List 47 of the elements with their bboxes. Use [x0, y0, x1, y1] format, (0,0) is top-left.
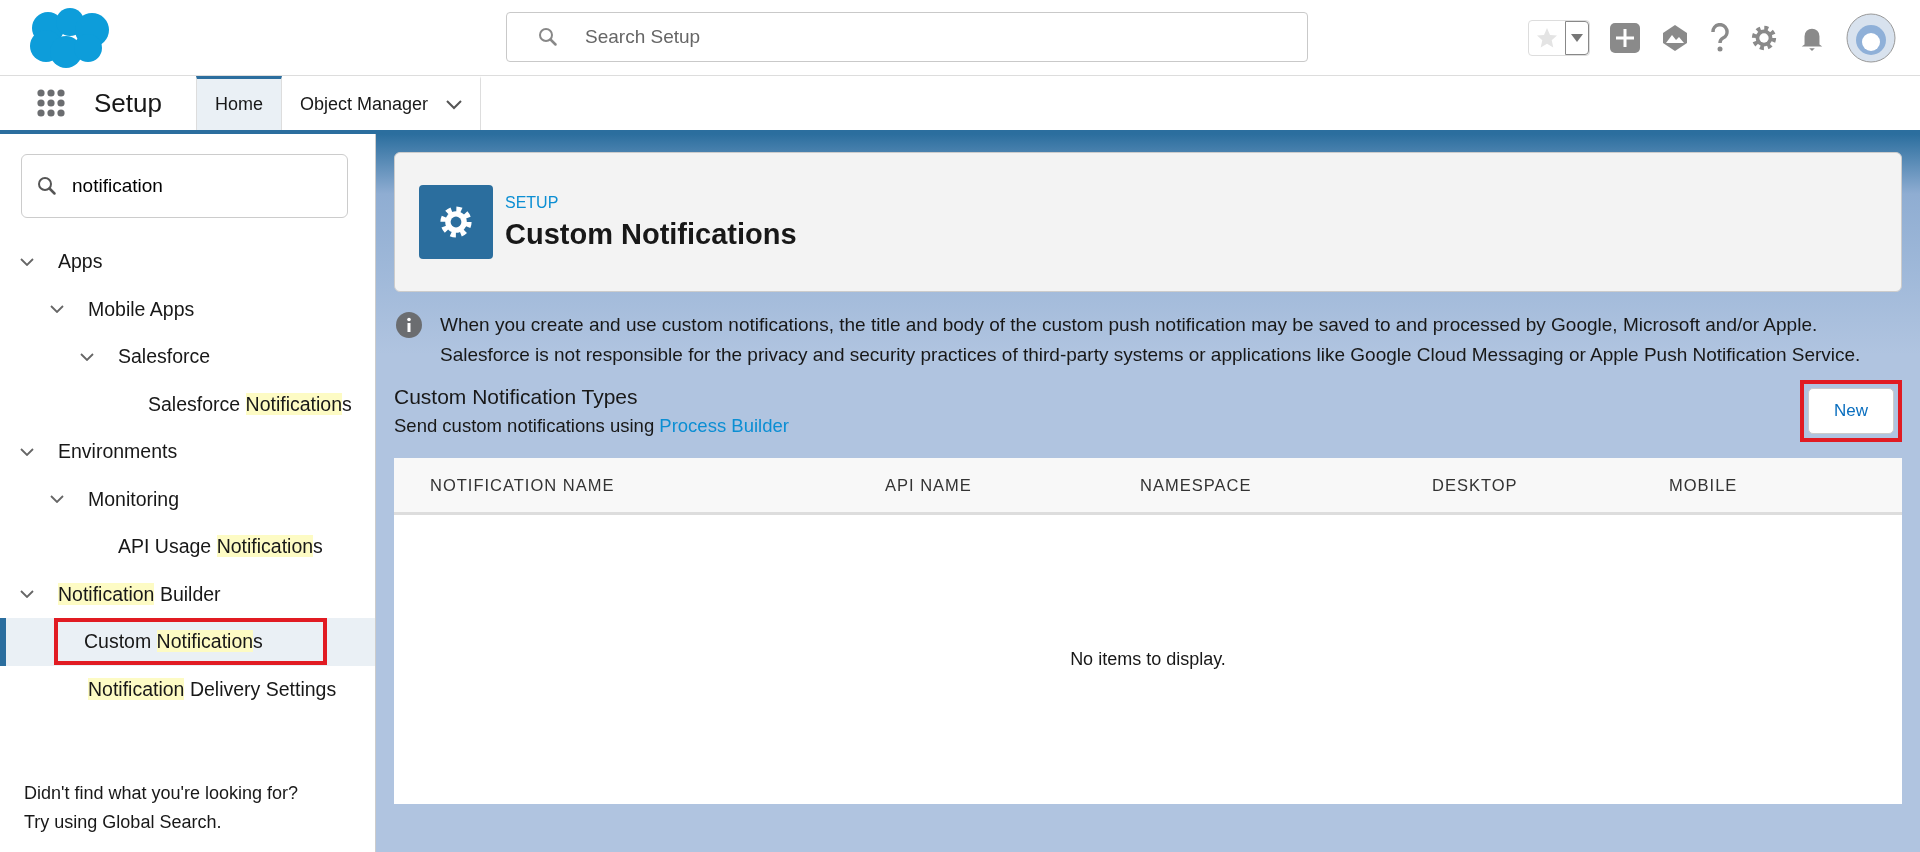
page-title: Custom Notifications — [505, 217, 797, 251]
tree-item[interactable]: Monitoring — [84, 481, 184, 517]
gear-icon — [419, 185, 493, 259]
nav-tab[interactable]: Home — [195, 76, 282, 130]
avatar-icon[interactable] — [1846, 12, 1896, 63]
search-field[interactable]: Search Setup — [506, 12, 1308, 62]
add-icon[interactable] — [1610, 22, 1640, 53]
help-text: Try using Global Search. — [24, 811, 223, 834]
chevron-down-icon[interactable] — [50, 305, 64, 314]
nav-tab[interactable]: Object Manager — [281, 76, 482, 130]
caret-down-icon[interactable] — [1571, 33, 1583, 42]
help-text: Didn't find what you're looking for? — [24, 782, 300, 805]
column-header[interactable]: DESKTOP — [1432, 475, 1669, 495]
tree-item[interactable]: Salesforce Notifications — [144, 386, 356, 422]
new-button[interactable]: New — [1808, 388, 1894, 434]
settings-icon[interactable] — [1750, 23, 1778, 52]
chevron-down-icon[interactable] — [80, 352, 94, 361]
tree-item[interactable]: Notification Builder — [54, 576, 225, 612]
tree-item[interactable]: Salesforce — [114, 339, 215, 375]
empty-message: No items to display. — [1070, 649, 1226, 670]
info-text: Salesforce is not responsible for the privacy and security practices of third-party systems or applications like Google Cloud Messaging or Apple Push Notification Service. — [440, 343, 1861, 367]
favorites-button[interactable] — [1528, 19, 1590, 56]
search-icon — [538, 27, 558, 47]
column-header[interactable]: API NAME — [885, 475, 1140, 495]
column-header[interactable]: MOBILE — [1669, 475, 1902, 495]
info-text: When you create and use custom notifications, the title and body of the custom push notification may be saved to and processed by Google, Microsoft and/or Apple. — [440, 313, 1819, 337]
tree-item[interactable]: Mobile Apps — [84, 291, 199, 327]
column-header[interactable]: NAMESPACE — [1140, 475, 1432, 495]
chevron-down-icon[interactable] — [20, 257, 34, 266]
section-title: Custom Notification Types — [394, 385, 639, 409]
tree-item[interactable]: Apps — [54, 244, 107, 280]
search-icon — [37, 176, 57, 196]
tree-item[interactable]: API Usage Notifications — [114, 529, 327, 565]
chevron-down-icon[interactable] — [446, 99, 463, 110]
app-launcher-icon[interactable] — [36, 88, 66, 118]
help-icon[interactable] — [1710, 22, 1730, 53]
tree-item[interactable]: Environments — [54, 434, 182, 470]
info-icon — [396, 312, 422, 338]
chevron-down-icon[interactable] — [20, 590, 34, 599]
quick-find-field[interactable]: notification — [21, 154, 348, 218]
section-subtitle: Send custom notifications using Process Builder — [394, 415, 789, 437]
column-header[interactable]: NOTIFICATION NAME — [430, 475, 885, 495]
chevron-down-icon[interactable] — [20, 447, 34, 456]
app-name: Setup — [94, 87, 162, 119]
mountain-icon[interactable] — [1660, 22, 1690, 53]
tree-item[interactable]: Notification Delivery Settings — [84, 671, 341, 707]
chevron-down-icon[interactable] — [50, 495, 64, 504]
